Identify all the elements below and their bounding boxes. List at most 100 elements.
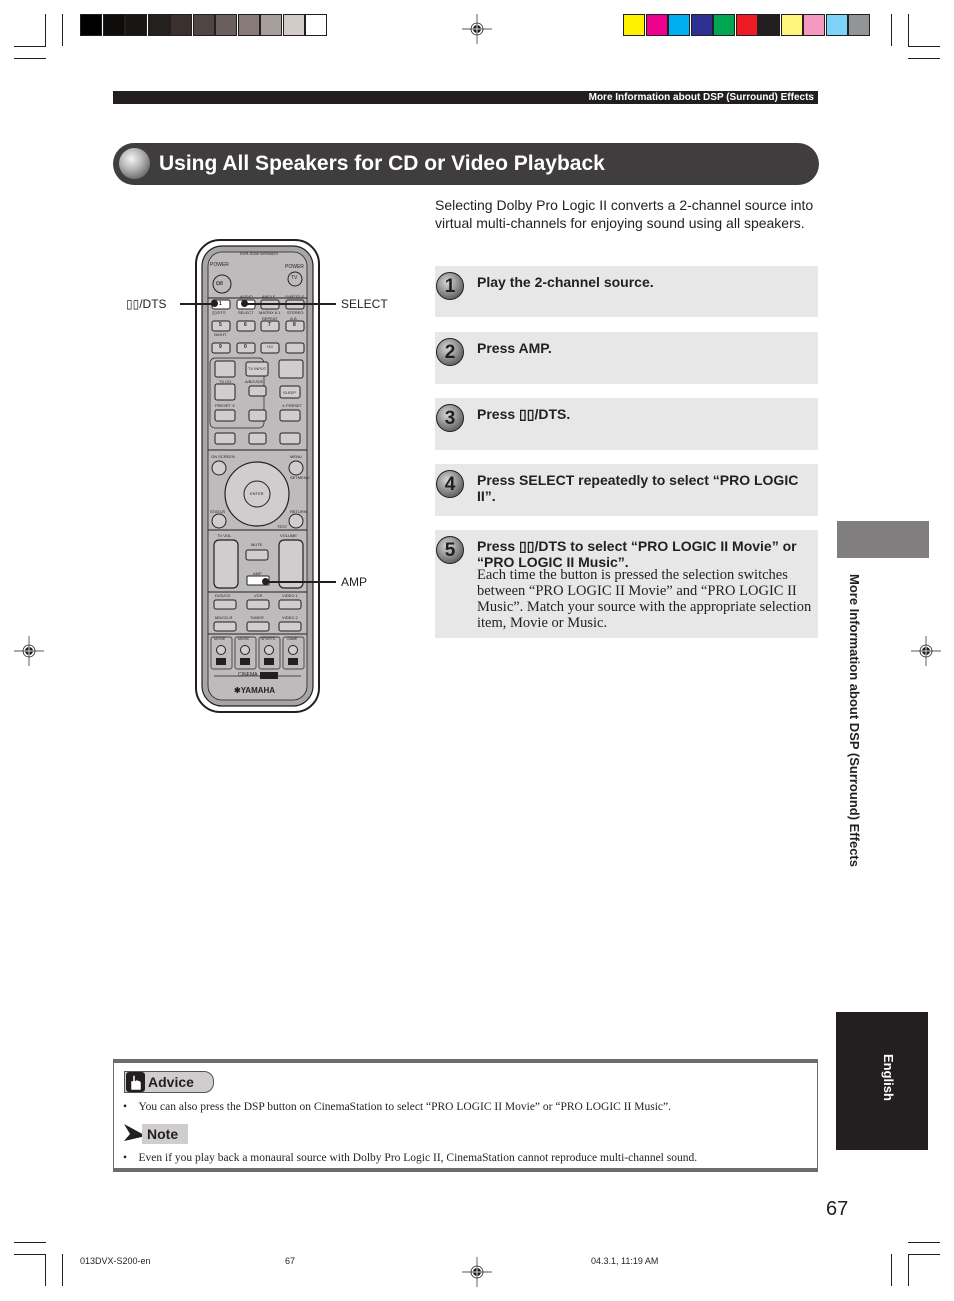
crop-mark [891,1254,892,1286]
footer-timestamp: 04.3.1, 11:19 AM [591,1256,659,1266]
chapter-side-text: More Information about DSP (Surround) Ef… [847,574,862,867]
intro-paragraph: Selecting Dolby Pro Logic II converts a … [435,197,814,231]
step-number-badge: 5 [436,536,464,564]
step-number-badge: 1 [436,272,464,300]
calibration-swatch [825,14,848,36]
calibration-swatch [282,14,305,36]
remote-button-6[interactable]: 6 [244,322,247,328]
crop-mark [14,1242,46,1243]
step-title: Press AMP. [477,340,552,356]
step-number-badge: 3 [436,404,464,432]
remote-abcde-label: A/B/C/D/E [245,379,264,384]
remote-button-5[interactable]: 5 [219,322,222,328]
crop-mark [908,1242,940,1243]
remote-sleep-button[interactable]: SLEEP [283,390,296,395]
step-number-badge: 4 [436,470,464,498]
remote-ab-label: A-B [290,316,297,321]
calibration-swatch [305,14,327,36]
registration-mark-icon [462,14,492,44]
remote-dvdcd-label: DVD/CD [215,593,231,598]
crop-mark [45,14,46,46]
remote-test-label: TEST [277,524,288,529]
remote-tv-ch-label: TV CH [219,379,231,384]
remote-dts-button[interactable]: 1 [219,301,222,307]
step-5: 5 Press ▯▯/DTS to select “PRO LOGIC II M… [435,530,818,638]
calibration-swatch [125,14,147,36]
remote-button-8[interactable]: 8 [293,322,296,328]
remote-power-label: POWER [210,262,229,268]
registration-mark-icon [911,636,941,666]
step-2: 2 Press AMP. [435,332,818,384]
crop-mark [908,14,909,46]
remote-tv-vol-label: TV VOL [217,533,232,538]
note-text: Even if you play back a monaural source … [138,1152,698,1164]
callout-dts-label: ▯▯/DTS [126,297,167,311]
remote-standby-button[interactable]: ⏻/I [216,281,223,287]
calibration-swatch [668,14,690,36]
page-title-bar: Using All Speakers for CD or Video Playb… [113,143,819,185]
remote-stereo-label: STEREO [287,310,304,315]
calibration-swatch [735,14,758,36]
remote-enter-button[interactable]: ENTER [250,491,264,496]
remote-yamaha-logo: ✱YAMAHA [234,686,276,695]
remote-return-label: RETURN [290,509,307,514]
calibration-swatch [803,14,825,36]
advice-item: • You can also press the DSP button on C… [123,1101,671,1113]
remote-dts-label: ▯▯/DTS [212,310,226,315]
footer-file-name: 013DVX-S200-en [80,1256,151,1266]
calibration-swatch [170,14,192,36]
chapter-side-label: More Information about DSP (Surround) Ef… [842,574,866,904]
calibration-swatch [623,14,645,36]
calibration-swatch [237,14,260,36]
crop-mark [45,1254,46,1286]
calibration-swatch [80,14,102,36]
remote-game-label: GAME [287,637,298,641]
calibration-swatch [848,14,870,36]
step-3: 3 Press ▯▯/DTS. [435,398,818,450]
callout-select-label: SELECT [341,297,388,311]
crop-mark [14,58,46,59]
calibration-swatch [713,14,735,36]
remote-tuner-label: TUNER [250,615,264,620]
page-number: 67 [826,1198,849,1220]
step-number-badge: 2 [436,338,464,366]
remote-button-10[interactable]: +10 [266,344,273,349]
advice-badge: Advice [124,1071,214,1093]
remote-button-9[interactable]: 9 [219,344,222,350]
remote-button-7[interactable]: 7 [268,322,271,328]
section-header-bar: More Information about DSP (Surround) Ef… [113,91,818,104]
remote-volume-label: VOLUME [280,533,297,538]
callout-amp-label: AMP [341,575,368,589]
remote-amp-label: AMP [253,571,262,576]
remote-tv-input-button[interactable]: TV INPUT [248,366,266,371]
remote-mdcdr-label: MD/CD-R [215,615,233,620]
step-title: Press ▯▯/DTS. [477,406,571,422]
step-title: Play the 2-channel source. [477,274,654,290]
remote-night-label: NIGHT [214,332,227,337]
advice-text: You can also press the DSP button on Cin… [138,1101,671,1113]
remote-music-label: MUSIC [238,637,250,641]
crop-mark [62,1254,63,1286]
note-badge: Note [142,1124,188,1144]
calibration-swatch [147,14,170,36]
remote-status-label: STATUS [210,509,226,514]
title-bullet-icon [119,148,150,179]
remote-vcr-label: VCR [254,593,263,598]
language-tab: English [836,1012,928,1150]
callout-select-dot [241,300,248,307]
crop-mark [14,46,46,47]
remote-mute-button[interactable]: MUTE [251,542,262,547]
remote-select-label: SELECT [238,310,254,315]
calibration-swatch [215,14,237,36]
crop-mark [908,1254,909,1286]
remote-button-0[interactable]: 0 [244,344,247,350]
step-1: 1 Play the 2-channel source. [435,266,818,317]
remote-tv-button[interactable]: TV [291,275,297,281]
calibration-swatch [780,14,803,36]
registration-mark-icon [14,636,44,666]
calibration-swatch [102,14,125,36]
section-header-text: More Information about DSP (Surround) Ef… [588,92,814,103]
remote-video2-label: VIDEO 2 [282,615,298,620]
crop-mark [908,1254,940,1255]
hand-pointer-icon [126,1072,145,1092]
